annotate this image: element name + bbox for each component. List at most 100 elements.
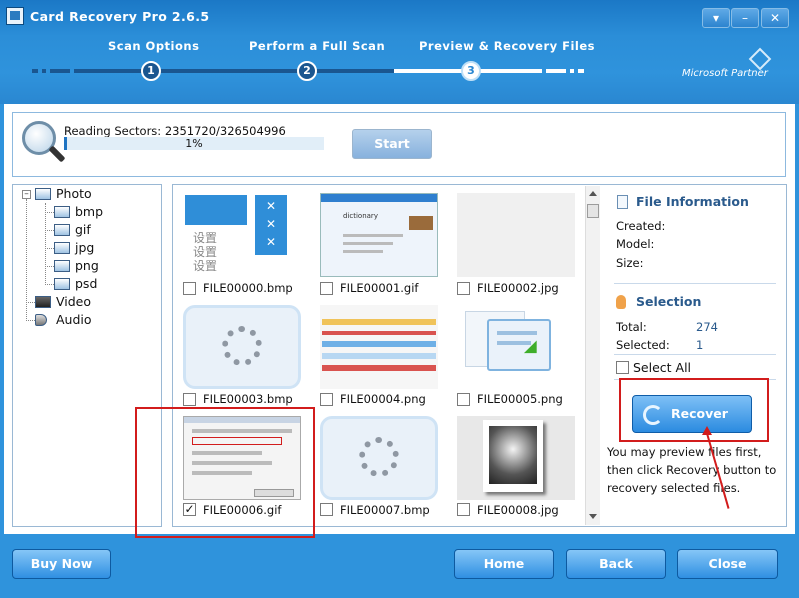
image-file-icon bbox=[54, 260, 70, 272]
file-name: FILE00002.jpg bbox=[477, 281, 559, 295]
thumb-line bbox=[343, 234, 403, 237]
window-minimize-button[interactable]: – bbox=[731, 8, 759, 28]
file-checkbox[interactable] bbox=[457, 393, 470, 406]
thumb-text: 设置 bbox=[193, 259, 218, 273]
file-thumbnail[interactable]: ✕ ✕ ✕ 设置 设置 设置 bbox=[183, 193, 301, 277]
microsoft-partner-text: Microsoft Partner bbox=[682, 68, 768, 79]
scan-progress-text: 1% bbox=[185, 137, 203, 150]
tree-item-video[interactable]: Video bbox=[56, 294, 91, 309]
thumb-glyph: ✕ bbox=[266, 235, 277, 249]
app-icon bbox=[6, 7, 24, 25]
hand-pointer-icon bbox=[616, 295, 626, 309]
loading-spinner-icon bbox=[222, 326, 262, 366]
thumb-image bbox=[409, 216, 433, 230]
file-information-heading: File Information bbox=[636, 194, 749, 209]
file-thumbnail[interactable] bbox=[320, 305, 438, 389]
file-name: FILE00008.jpg bbox=[477, 503, 559, 517]
file-thumbnail[interactable] bbox=[457, 305, 575, 389]
select-all-label[interactable]: Select All bbox=[633, 360, 691, 375]
tree-item-jpg[interactable]: jpg bbox=[75, 240, 94, 255]
divider bbox=[614, 283, 776, 284]
tree-line bbox=[45, 203, 46, 285]
reading-sectors-text: Reading Sectors: 2351720/326504996 bbox=[64, 124, 286, 138]
scroll-down-arrow-icon[interactable] bbox=[589, 514, 597, 519]
file-thumbnail[interactable] bbox=[320, 416, 438, 500]
file-name: FILE00007.bmp bbox=[340, 503, 430, 517]
buy-now-button[interactable]: Buy Now bbox=[12, 549, 111, 579]
tree-line bbox=[45, 230, 54, 231]
file-thumbnail[interactable] bbox=[457, 416, 575, 500]
file-name: FILE00004.png bbox=[340, 392, 426, 406]
thumbnail-scrollbar[interactable] bbox=[585, 186, 600, 525]
thumb-photo bbox=[489, 426, 537, 484]
tree-line bbox=[45, 266, 54, 267]
annotation-highlight-box bbox=[135, 407, 315, 538]
file-checkbox[interactable] bbox=[320, 503, 333, 516]
total-label: Total: bbox=[616, 320, 647, 334]
file-checkbox[interactable] bbox=[320, 282, 333, 295]
tree-item-bmp[interactable]: bmp bbox=[75, 204, 103, 219]
file-thumbnail[interactable] bbox=[183, 305, 301, 389]
window-close-button[interactable]: ✕ bbox=[761, 8, 789, 28]
scroll-up-arrow-icon[interactable] bbox=[589, 191, 597, 196]
file-checkbox[interactable] bbox=[320, 393, 333, 406]
image-file-icon bbox=[54, 206, 70, 218]
selection-heading: Selection bbox=[636, 294, 702, 309]
file-name: FILE00000.bmp bbox=[203, 281, 293, 295]
divider bbox=[614, 354, 776, 355]
back-button[interactable]: Back bbox=[566, 549, 666, 579]
track-dash bbox=[50, 69, 70, 73]
tree-line bbox=[45, 284, 54, 285]
step-3-circle: 3 bbox=[461, 61, 481, 81]
track-dash bbox=[42, 69, 46, 73]
file-checkbox[interactable] bbox=[457, 503, 470, 516]
home-button[interactable]: Home bbox=[454, 549, 554, 579]
close-button[interactable]: Close bbox=[677, 549, 778, 579]
thumb-titlebar bbox=[321, 194, 437, 202]
step-1-label: Scan Options bbox=[108, 39, 200, 53]
scrollbar-thumb[interactable] bbox=[587, 204, 599, 218]
start-button[interactable]: Start bbox=[352, 129, 432, 159]
track-dash bbox=[32, 69, 38, 73]
file-thumbnail[interactable]: dictionary bbox=[320, 193, 438, 277]
model-label: Model: bbox=[616, 237, 655, 251]
step-3-label: Preview & Recovery Files bbox=[419, 39, 596, 53]
size-label: Size: bbox=[616, 256, 644, 270]
thumb-glyph: ✕ bbox=[266, 199, 277, 213]
window-menu-button[interactable]: ▾ bbox=[702, 8, 730, 28]
image-file-icon bbox=[54, 224, 70, 236]
tree-item-png[interactable]: png bbox=[75, 258, 99, 273]
tree-item-audio[interactable]: Audio bbox=[56, 312, 92, 327]
tree-line bbox=[45, 212, 54, 213]
progress-track-completed bbox=[74, 69, 394, 73]
step-2-label: Perform a Full Scan bbox=[249, 39, 386, 53]
thumb-toolbar bbox=[322, 319, 436, 325]
thumb-text: dictionary bbox=[343, 212, 378, 220]
thumb-toolbar bbox=[322, 365, 436, 371]
tree-item-psd[interactable]: psd bbox=[75, 276, 97, 291]
file-checkbox[interactable] bbox=[457, 282, 470, 295]
file-name: FILE00005.png bbox=[477, 392, 563, 406]
window-title: Card Recovery Pro 2.6.5 bbox=[30, 9, 210, 24]
thumb-line bbox=[497, 341, 531, 345]
thumb-line bbox=[343, 250, 383, 253]
thumb-toolbar bbox=[322, 331, 436, 335]
created-label: Created: bbox=[616, 219, 666, 233]
track-dash bbox=[578, 69, 584, 73]
tree-item-gif[interactable]: gif bbox=[75, 222, 91, 237]
recovery-hint-text: You may preview files first, then click … bbox=[607, 445, 777, 495]
file-checkbox[interactable] bbox=[183, 282, 196, 295]
annotation-arrowhead-icon bbox=[702, 426, 712, 435]
image-file-icon bbox=[54, 278, 70, 290]
thumb-toolbar bbox=[322, 353, 436, 359]
step-2-circle: 2 bbox=[297, 61, 317, 81]
file-checkbox[interactable] bbox=[183, 393, 196, 406]
document-icon bbox=[617, 195, 628, 209]
select-all-checkbox[interactable] bbox=[616, 361, 629, 374]
thumb-toolbar bbox=[322, 341, 436, 347]
file-thumbnail[interactable] bbox=[457, 193, 575, 277]
annotation-highlight-box bbox=[619, 378, 769, 442]
tree-item-photo[interactable]: Photo bbox=[56, 186, 92, 201]
tree-collapse-toggle[interactable]: – bbox=[22, 190, 31, 199]
tree-line bbox=[45, 248, 54, 249]
